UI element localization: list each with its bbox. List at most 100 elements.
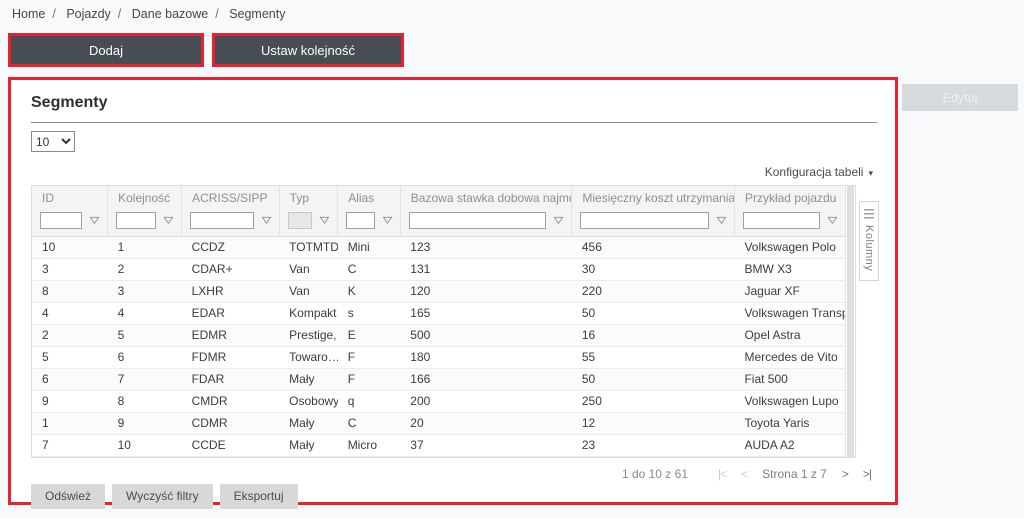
- cell-miesieczny: 16: [572, 324, 735, 346]
- filter-funnel-icon[interactable]: [89, 215, 100, 226]
- column-header[interactable]: Kolejność: [108, 186, 182, 210]
- filter-funnel-icon[interactable]: [261, 215, 272, 226]
- cell-acriss: EDAR: [182, 302, 280, 324]
- next-page-button[interactable]: >: [842, 467, 848, 481]
- cell-id: 10: [32, 236, 108, 258]
- table-zone: ID Kolejność ACRISS/SIPP Typ Alias Bazow…: [31, 185, 879, 458]
- previous-page-button[interactable]: <: [741, 467, 747, 481]
- footer-button[interactable]: Wyczyść filtry: [112, 484, 213, 509]
- cell-id: 4: [32, 302, 108, 324]
- page-size-select[interactable]: 10: [31, 131, 75, 152]
- cell-kolejnosc: 6: [108, 346, 182, 368]
- column-header[interactable]: Miesięczny koszt utrzymania: [572, 186, 735, 210]
- table-row[interactable]: 5 6 FDMR Towaro… F 180 55 Mercedes de Vi…: [32, 346, 845, 368]
- filter-input-przyklad[interactable]: [743, 212, 820, 229]
- table-row[interactable]: 9 8 CMDR Osobowy q 200 250 Volkswagen Lu…: [32, 390, 845, 412]
- cell-typ: Mały: [279, 368, 338, 390]
- cell-miesieczny: 220: [572, 280, 735, 302]
- scrollbar-thumb[interactable]: [847, 186, 854, 457]
- divider: [31, 122, 877, 123]
- cell-acriss: CMDR: [182, 390, 280, 412]
- cell-acriss: CCDZ: [182, 236, 280, 258]
- column-header[interactable]: Bazowa stawka dobowa najmu: [400, 186, 572, 210]
- table-row[interactable]: 7 10 CCDE Mały Micro 37 23 AUDA A2: [32, 434, 845, 456]
- cell-acriss: LXHR: [182, 280, 280, 302]
- cell-bazowa: 20: [400, 412, 572, 434]
- table-row[interactable]: 1 9 CDMR Mały C 20 12 Toyota Yaris: [32, 412, 845, 434]
- breadcrumb-separator: /: [118, 7, 121, 21]
- filter-funnel-icon[interactable]: [319, 215, 330, 226]
- pagination: 1 do 10 z 61 |< < Strona 1 z 7 > >|: [31, 467, 871, 481]
- add-button[interactable]: Dodaj: [11, 36, 201, 64]
- footer-button[interactable]: Odśwież: [31, 484, 105, 509]
- filter-input-acriss[interactable]: [190, 212, 254, 229]
- filter-input-id[interactable]: [40, 212, 82, 229]
- filter-funnel-icon[interactable]: [716, 215, 727, 226]
- cell-acriss: EDMR: [182, 324, 280, 346]
- filter-input-miesieczny[interactable]: [580, 212, 709, 229]
- cell-acriss: CCDE: [182, 434, 280, 456]
- column-header[interactable]: Przykład pojazdu: [734, 186, 845, 210]
- action-button-row: Dodaj Ustaw kolejność: [8, 33, 404, 67]
- annotation-box-add: Dodaj: [8, 33, 204, 67]
- table-row[interactable]: 8 3 LXHR Van K 120 220 Jaguar XF: [32, 280, 845, 302]
- breadcrumb-link[interactable]: Segmenty: [229, 7, 285, 21]
- cell-acriss: FDAR: [182, 368, 280, 390]
- breadcrumb-link[interactable]: Home: [12, 7, 45, 21]
- set-order-button[interactable]: Ustaw kolejność: [215, 36, 401, 64]
- cell-alias: C: [338, 258, 401, 280]
- segments-panel: Segmenty 10 Konfiguracja tabeli▾: [11, 80, 895, 502]
- filter-funnel-icon[interactable]: [163, 215, 174, 226]
- data-grid: ID Kolejność ACRISS/SIPP Typ Alias Bazow…: [31, 185, 856, 458]
- cell-id: 2: [32, 324, 108, 346]
- columns-side-tab[interactable]: Kolumny: [859, 201, 879, 281]
- filter-funnel-icon[interactable]: [827, 215, 838, 226]
- edit-button[interactable]: Edytuj: [902, 84, 1018, 111]
- cell-miesieczny: 12: [572, 412, 735, 434]
- table-row[interactable]: 6 7 FDAR Mały F 166 50 Fiat 500: [32, 368, 845, 390]
- page-title: Segmenty: [31, 94, 879, 112]
- table-config-button[interactable]: Konfiguracja tabeli▾: [765, 165, 873, 179]
- cell-kolejnosc: 5: [108, 324, 182, 346]
- cell-id: 1: [32, 412, 108, 434]
- filter-funnel-icon[interactable]: [553, 215, 564, 226]
- cell-kolejnosc: 7: [108, 368, 182, 390]
- column-header[interactable]: Alias: [338, 186, 401, 210]
- table-config-row: Konfiguracja tabeli▾: [31, 165, 873, 179]
- table-row[interactable]: 4 4 EDAR Kompakt s 165 50 Volkswagen Tra…: [32, 302, 845, 324]
- cell-alias: Micro: [338, 434, 401, 456]
- page-indicator: Strona 1 z 7: [762, 467, 827, 481]
- cell-przyklad: Volkswagen Transporter: [734, 302, 845, 324]
- filter-input-alias[interactable]: [346, 212, 375, 229]
- filter-input-typ: [288, 212, 313, 229]
- cell-typ: Kompakt: [279, 302, 338, 324]
- breadcrumb-item: Segmenty/: [229, 7, 285, 21]
- breadcrumb-link[interactable]: Dane bazowe: [132, 7, 208, 21]
- footer-button[interactable]: Eksportuj: [220, 484, 298, 509]
- first-page-button[interactable]: |<: [718, 467, 726, 481]
- cell-kolejnosc: 9: [108, 412, 182, 434]
- column-header[interactable]: ACRISS/SIPP: [182, 186, 280, 210]
- cell-typ: Van: [279, 280, 338, 302]
- cell-alias: s: [338, 302, 401, 324]
- table-row[interactable]: 3 2 CDAR+ Van C 131 30 BMW X3: [32, 258, 845, 280]
- cell-bazowa: 500: [400, 324, 572, 346]
- vertical-scrollbar[interactable]: [845, 186, 855, 457]
- cell-bazowa: 37: [400, 434, 572, 456]
- column-header[interactable]: ID: [32, 186, 108, 210]
- cell-przyklad: Mercedes de Vito: [734, 346, 845, 368]
- filter-funnel-icon[interactable]: [382, 215, 393, 226]
- cell-bazowa: 166: [400, 368, 572, 390]
- cell-bazowa: 120: [400, 280, 572, 302]
- breadcrumb-link[interactable]: Pojazdy: [66, 7, 110, 21]
- filter-input-kolejnosc[interactable]: [116, 212, 156, 229]
- cell-bazowa: 200: [400, 390, 572, 412]
- table-row[interactable]: 10 1 CCDZ TOTMTD Mini 123 456 Volkswagen…: [32, 236, 845, 258]
- filter-row: [32, 210, 845, 236]
- column-header[interactable]: Typ: [279, 186, 338, 210]
- last-page-button[interactable]: >|: [863, 467, 871, 481]
- cell-id: 3: [32, 258, 108, 280]
- filter-input-bazowa[interactable]: [409, 212, 547, 229]
- table-row[interactable]: 2 5 EDMR Prestige,… E 500 16 Opel Astra: [32, 324, 845, 346]
- cell-kolejnosc: 4: [108, 302, 182, 324]
